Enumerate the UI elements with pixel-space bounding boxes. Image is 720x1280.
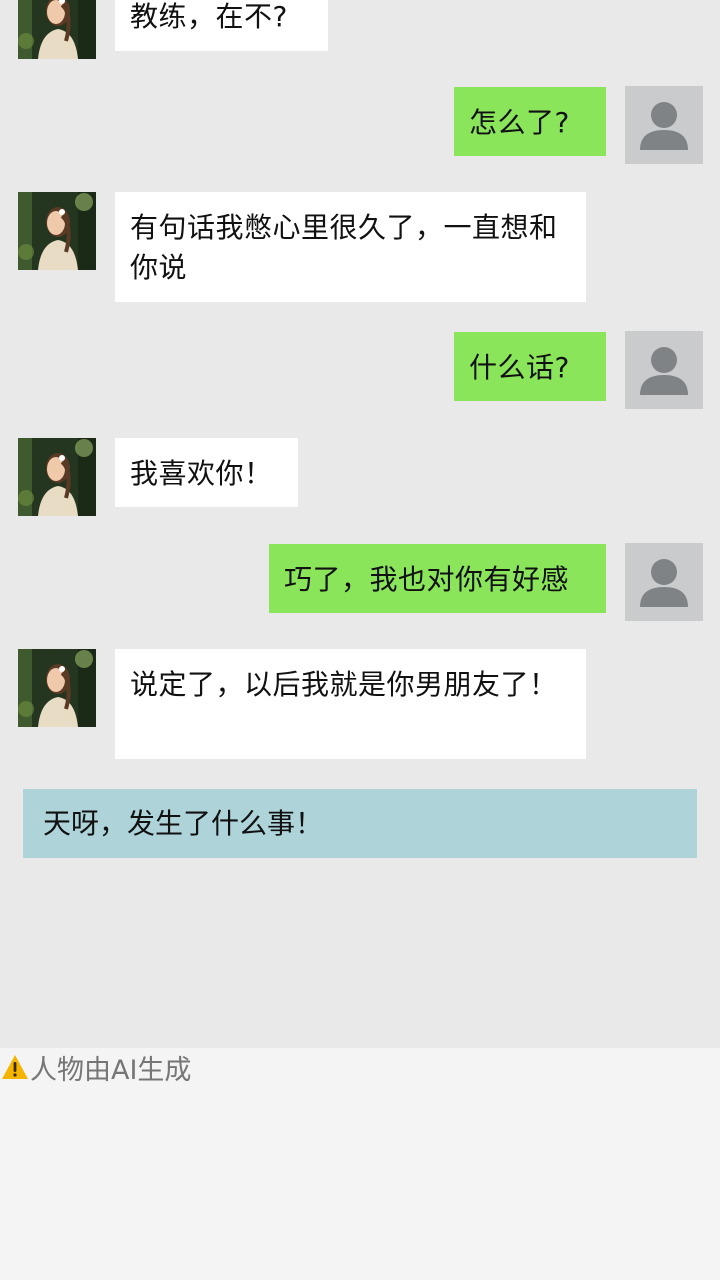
message-bubble[interactable]: 我喜欢你！ (115, 438, 298, 507)
user-silhouette-icon (625, 543, 703, 621)
contact-avatar[interactable] (18, 0, 96, 59)
portrait-image (18, 649, 96, 727)
message-bubble[interactable]: 有句话我憋心里很久了，一直想和你说 (115, 192, 586, 302)
ai-disclaimer: 人物由AI生成 (0, 1051, 191, 1086)
message-bubble[interactable]: 说定了，以后我就是你男朋友了！ (115, 649, 586, 759)
user-avatar[interactable] (625, 86, 703, 164)
portrait-image (18, 438, 96, 516)
system-message-banner: 天呀，发生了什么事！ (23, 789, 697, 858)
portrait-image (18, 0, 96, 59)
message-bubble[interactable]: 巧了，我也对你有好感 (269, 544, 606, 613)
message-bubble[interactable]: 什么话? (454, 332, 606, 401)
chat-area[interactable]: 教练，在不? 怎么了? 有句话我憋心里很久了，一直想和你说 什么话? 我喜欢你！… (0, 0, 720, 1048)
message-bubble[interactable]: 怎么了? (454, 87, 606, 156)
message-bubble[interactable]: 教练，在不? (115, 0, 328, 51)
disclaimer-text: 人物由AI生成 (30, 1054, 192, 1086)
contact-avatar[interactable] (18, 192, 96, 270)
user-avatar[interactable] (625, 331, 703, 409)
user-silhouette-icon (625, 331, 703, 409)
portrait-image (18, 192, 96, 270)
warning-triangle-icon (2, 1055, 28, 1079)
contact-avatar[interactable] (18, 649, 96, 727)
user-silhouette-icon (625, 86, 703, 164)
user-avatar[interactable] (625, 543, 703, 621)
contact-avatar[interactable] (18, 438, 96, 516)
